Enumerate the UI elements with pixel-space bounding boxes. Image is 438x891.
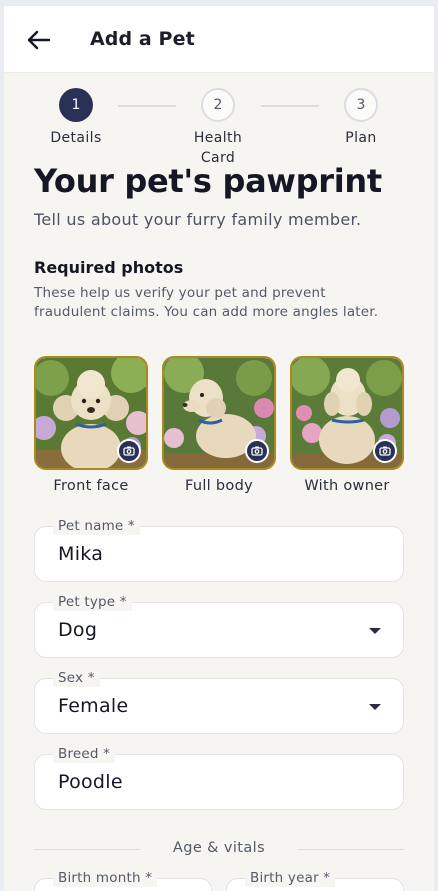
- field-label: Pet type *: [53, 593, 132, 611]
- field-label: Birth year *: [245, 869, 336, 887]
- app-bar: Add a Pet: [4, 6, 434, 73]
- camera-button[interactable]: [373, 439, 397, 463]
- camera-icon: [251, 446, 263, 456]
- birth-year-select[interactable]: Birth year *: [226, 869, 404, 891]
- field-label: Birth month *: [53, 869, 158, 887]
- photo-caption: Front face: [53, 478, 129, 494]
- photo-slot-full-body[interactable]: [162, 356, 276, 470]
- sex-select[interactable]: Sex * Female: [34, 669, 404, 734]
- field-label: Sex *: [53, 669, 100, 687]
- camera-button[interactable]: [245, 439, 269, 463]
- field-label: Breed *: [53, 745, 116, 763]
- field-label: Pet name *: [53, 517, 140, 535]
- main-heading: Your pet's pawprint: [34, 162, 382, 200]
- pet-type-value: Dog: [58, 619, 98, 641]
- step-plan[interactable]: 3 Plan: [311, 88, 411, 148]
- photos-section-title: Required photos: [34, 258, 184, 277]
- step-label: Plan: [345, 130, 377, 146]
- sub-heading: Tell us about your furry family member.: [34, 210, 362, 229]
- photo-caption: With owner: [304, 478, 390, 494]
- breed-field[interactable]: Breed * Poodle: [34, 745, 404, 810]
- photo-slot-front-face[interactable]: [34, 356, 148, 470]
- breed-value[interactable]: Poodle: [58, 771, 123, 793]
- camera-button[interactable]: [117, 439, 141, 463]
- chevron-down-icon: [369, 704, 381, 710]
- step-details[interactable]: 1 Details: [26, 88, 126, 148]
- sex-value: Female: [58, 695, 129, 717]
- step-label: Details: [50, 130, 102, 146]
- camera-icon: [379, 446, 391, 456]
- birth-month-select[interactable]: Birth month *: [34, 869, 212, 891]
- arrow-left-icon: [27, 30, 51, 50]
- photo-slot-with-owner[interactable]: [290, 356, 404, 470]
- step-health-card[interactable]: 2 Health Card: [168, 88, 268, 168]
- camera-icon: [123, 446, 135, 456]
- step-number: 1: [59, 88, 93, 122]
- back-button[interactable]: [24, 25, 54, 55]
- chevron-down-icon: [369, 628, 381, 634]
- step-number: 3: [344, 88, 378, 122]
- pet-name-field[interactable]: Pet name * Mika: [34, 517, 404, 582]
- photo-caption: Full body: [185, 478, 253, 494]
- vitals-section-label: Age & vitals: [172, 840, 266, 856]
- app-frame: Add a Pet 1 Details 2 Health Card 3 Plan…: [4, 6, 434, 891]
- progress-stepper: 1 Details 2 Health Card 3 Plan: [4, 88, 434, 168]
- step-number: 2: [201, 88, 235, 122]
- page-title: Add a Pet: [90, 28, 195, 50]
- pet-name-value[interactable]: Mika: [58, 543, 103, 565]
- photos-section-description: These help us verify your pet and preven…: [34, 285, 379, 320]
- pet-type-select[interactable]: Pet type * Dog: [34, 593, 404, 658]
